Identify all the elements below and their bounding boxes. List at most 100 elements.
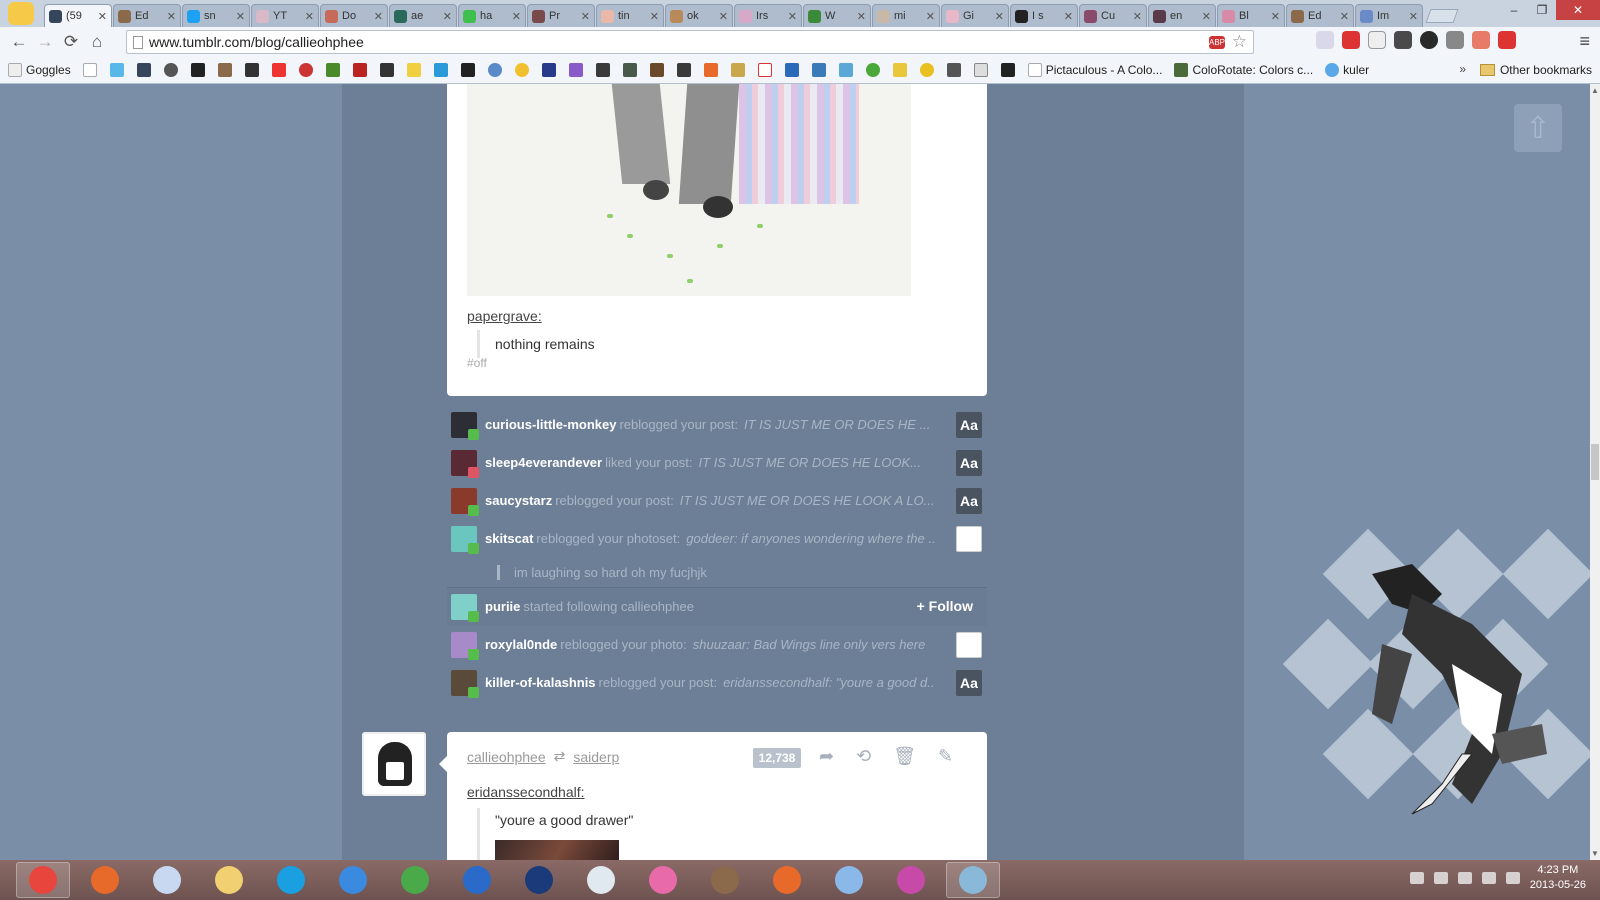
user-avatar[interactable]: [451, 525, 479, 554]
bookmark-colorotate[interactable]: ColoRotate: Colors c...: [1174, 63, 1313, 77]
extension-icon[interactable]: [1342, 31, 1360, 49]
book-icon[interactable]: [676, 63, 691, 77]
taskbar-chrome-icon[interactable]: [16, 862, 70, 898]
page-icon[interactable]: [82, 63, 97, 77]
banana-icon[interactable]: [892, 63, 907, 77]
post-image[interactable]: [495, 840, 619, 860]
extension-icon[interactable]: [1498, 31, 1516, 49]
frog-icon[interactable]: [865, 63, 880, 77]
red-dot-icon[interactable]: [298, 63, 313, 77]
taskbar-photoshop-icon[interactable]: [512, 862, 566, 898]
activity-username[interactable]: curious-little-monkey: [485, 417, 616, 432]
browser-tab[interactable]: ok ✕: [665, 4, 733, 27]
activity-snippet[interactable]: IT IS JUST ME OR DOES HE LOOK A LO...: [680, 493, 935, 508]
netflix-icon[interactable]: [352, 63, 367, 77]
user-avatar[interactable]: [451, 669, 479, 698]
tab-close-icon[interactable]: ✕: [1064, 10, 1073, 23]
user-avatar[interactable]: [451, 593, 479, 622]
close-window-button[interactable]: ✕: [1556, 0, 1600, 20]
paw-icon[interactable]: [379, 63, 394, 77]
post-thumbnail[interactable]: Aa: [956, 412, 982, 438]
browser-tab[interactable]: (59 ✕: [44, 4, 112, 27]
activity-item[interactable]: killer-of-kalashnis reblogged your post: e…: [447, 664, 987, 702]
browser-tab[interactable]: mi ✕: [872, 4, 940, 27]
scroll-down-arrow-icon[interactable]: ▼: [1591, 849, 1599, 858]
taskbar-notepad-icon[interactable]: [574, 862, 628, 898]
user-avatar[interactable]: [451, 411, 479, 440]
smile-icon[interactable]: [514, 63, 529, 77]
post-thumbnail[interactable]: [956, 632, 982, 658]
browser-tab[interactable]: Cu ✕: [1079, 4, 1147, 27]
post-thumbnail[interactable]: Aa: [956, 450, 982, 476]
reload-button[interactable]: ⟳: [58, 30, 84, 54]
extension-icon[interactable]: [1472, 31, 1490, 49]
scrollbar-thumb[interactable]: [1591, 444, 1599, 480]
taskbar-control-icon[interactable]: [946, 862, 1000, 898]
bookmark-star-icon[interactable]: ☆: [1232, 32, 1247, 52]
crossbones-icon[interactable]: [244, 63, 259, 77]
taskbar-itunes-icon[interactable]: [326, 862, 380, 898]
bookmark-kuler[interactable]: kuler: [1325, 63, 1369, 77]
tab-close-icon[interactable]: ✕: [1340, 10, 1349, 23]
activity-item[interactable]: puriie started following callieohphee + Fo…: [447, 588, 987, 626]
tab-close-icon[interactable]: ✕: [167, 10, 176, 23]
post-thumbnail[interactable]: Aa: [956, 488, 982, 514]
tumblr-icon[interactable]: [136, 63, 151, 77]
tab-close-icon[interactable]: ✕: [1202, 10, 1211, 23]
bookmarks-overflow-button[interactable]: »: [1459, 62, 1466, 76]
browser-tab[interactable]: ha ✕: [458, 4, 526, 27]
post-thumbnail[interactable]: [956, 526, 982, 552]
activity-username[interactable]: saucystarz: [485, 493, 552, 508]
activity-username[interactable]: skitscat: [485, 531, 533, 546]
gmail-icon[interactable]: [757, 63, 772, 77]
flag-icon[interactable]: [1433, 872, 1448, 884]
browser-tab[interactable]: Do ✕: [320, 4, 388, 27]
activity-username[interactable]: roxylal0nde: [485, 637, 557, 652]
p-icon[interactable]: [433, 63, 448, 77]
person-icon[interactable]: [946, 63, 961, 77]
activity-item[interactable]: saucystarz reblogged your post: IT IS JUST…: [447, 482, 987, 520]
browser-tab[interactable]: Im ✕: [1355, 4, 1423, 27]
browser-tab[interactable]: Gi ✕: [941, 4, 1009, 27]
taskbar-skype-icon[interactable]: [264, 862, 318, 898]
extension-icon[interactable]: [1368, 31, 1386, 49]
tab-close-icon[interactable]: ✕: [98, 10, 107, 23]
activity-snippet[interactable]: shuuzaar: Bad Wings line only vers here: [693, 637, 926, 652]
bookmark-goggles[interactable]: Goggles: [8, 63, 71, 77]
activity-snippet[interactable]: IT IS JUST ME OR DOES HE LOOK...: [699, 455, 921, 470]
tab-close-icon[interactable]: ✕: [1133, 10, 1142, 23]
other-bookmarks[interactable]: Other bookmarks: [1479, 63, 1592, 77]
tab-close-icon[interactable]: ✕: [581, 10, 590, 23]
pikachu-icon[interactable]: [406, 63, 421, 77]
tab-close-icon[interactable]: ✕: [236, 10, 245, 23]
book-icon[interactable]: [649, 63, 664, 77]
browser-tab[interactable]: Ed ✕: [113, 4, 181, 27]
taskbar-globe-icon[interactable]: [388, 862, 442, 898]
extension-icon[interactable]: [1394, 31, 1412, 49]
browser-tab[interactable]: Pr ✕: [527, 4, 595, 27]
activity-item[interactable]: sleep4everandever liked your post: IT IS J…: [447, 444, 987, 482]
blog-avatar[interactable]: [362, 732, 426, 796]
activity-item[interactable]: roxylal0nde reblogged your photo: shuuzaar…: [447, 626, 987, 664]
maximize-button[interactable]: ❐: [1528, 0, 1556, 20]
flame-icon[interactable]: [703, 63, 718, 77]
tab-close-icon[interactable]: ✕: [1409, 10, 1418, 23]
network-icon[interactable]: [1457, 872, 1472, 884]
user-avatar[interactable]: [451, 631, 479, 660]
smiley-icon[interactable]: [163, 63, 178, 77]
activity-item[interactable]: skitscat reblogged your photoset: goddeer:…: [447, 520, 987, 558]
forward-button[interactable]: →: [32, 30, 58, 54]
taskbar-fox-icon[interactable]: [698, 862, 752, 898]
adblock-icon[interactable]: ABP: [1209, 36, 1225, 49]
activity-item[interactable]: curious-little-monkey reblogged your post…: [447, 406, 987, 444]
browser-tab[interactable]: YT ✕: [251, 4, 319, 27]
drop-icon[interactable]: [784, 63, 799, 77]
taskbar-figure-icon[interactable]: [822, 862, 876, 898]
volume-icon[interactable]: [1505, 872, 1520, 884]
minimize-button[interactable]: –: [1500, 0, 1528, 20]
tree-icon[interactable]: [811, 63, 826, 77]
activity-username[interactable]: killer-of-kalashnis: [485, 675, 596, 690]
tab-close-icon[interactable]: ✕: [719, 10, 728, 23]
gear-icon[interactable]: [487, 63, 502, 77]
browser-tab[interactable]: W ✕: [803, 4, 871, 27]
